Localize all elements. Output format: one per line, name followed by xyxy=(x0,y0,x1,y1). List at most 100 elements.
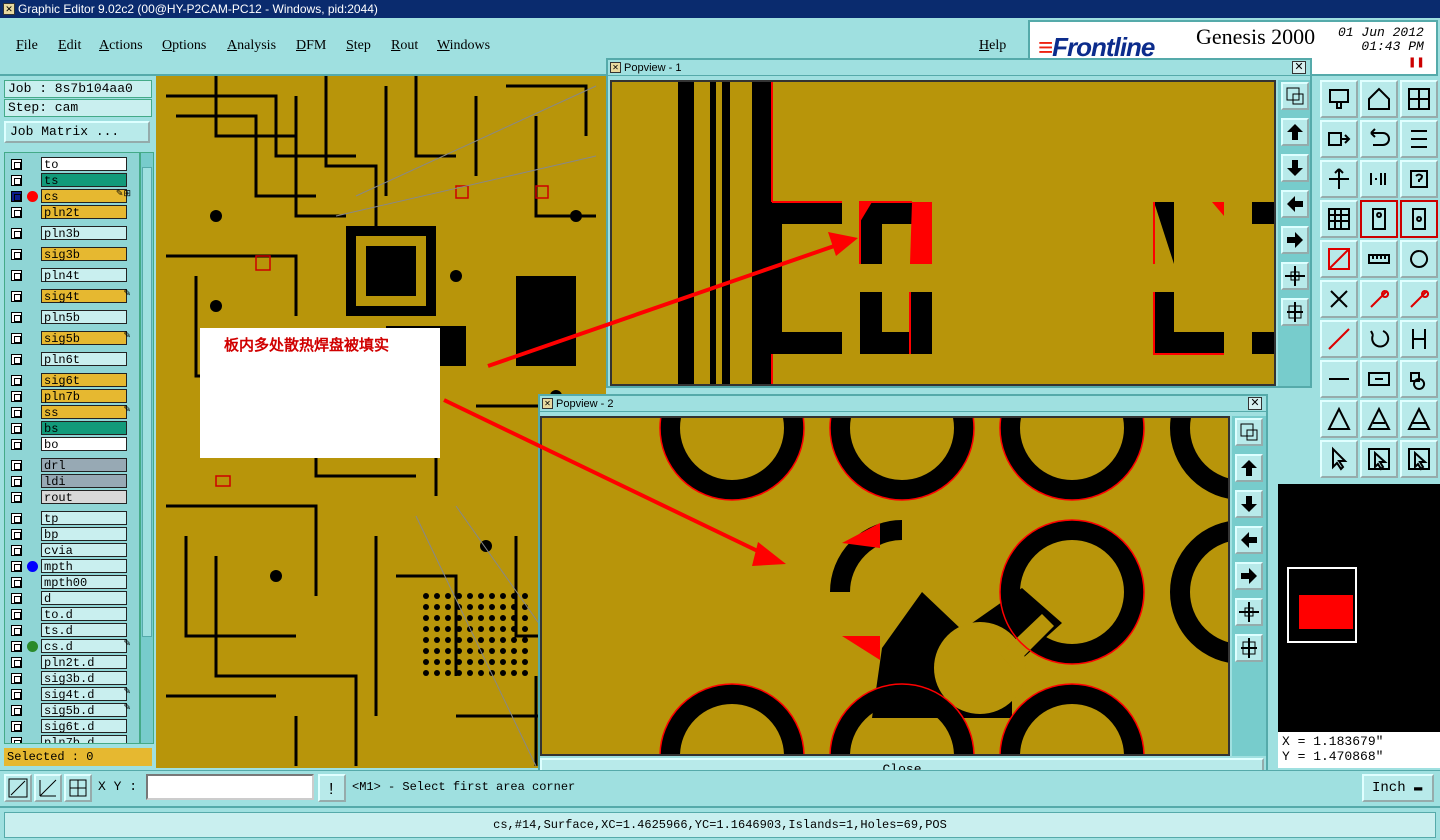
layer-name[interactable]: ts.d xyxy=(41,623,127,638)
layer-name[interactable]: bp xyxy=(41,527,127,542)
layer-row-ts-d[interactable]: ts.d xyxy=(7,623,135,638)
layer-row-cvia[interactable]: cvia xyxy=(7,543,135,558)
grid-view-tool-button[interactable] xyxy=(1320,200,1358,238)
pan-up-button[interactable] xyxy=(1281,118,1309,146)
triangle-alt-tool-button[interactable] xyxy=(1360,400,1398,438)
layer-row-cs-d[interactable]: cs.d ✎ xyxy=(7,639,135,654)
layer-row-rout[interactable]: rout xyxy=(7,490,135,505)
units-select[interactable]: Inch ▬ xyxy=(1362,774,1434,802)
popview-1-titlebar[interactable]: ✕ Popview - 1 ✕ xyxy=(608,60,1310,76)
layer-row-tp[interactable]: tp xyxy=(7,511,135,526)
layer-name[interactable]: pln5b xyxy=(41,310,127,325)
layer-checkbox[interactable] xyxy=(11,625,22,636)
layer-row-sig3b[interactable]: sig3b xyxy=(7,247,135,262)
layer-checkbox[interactable] xyxy=(11,270,22,281)
grid-icon[interactable] xyxy=(64,774,92,802)
layer-checkbox[interactable] xyxy=(11,721,22,732)
layer-name[interactable]: sig6t.d xyxy=(41,719,127,734)
layers-red-alt-tool-button[interactable] xyxy=(1400,200,1438,238)
job-matrix-button[interactable]: Job Matrix ... xyxy=(4,121,150,143)
layer-row-pln6t[interactable]: pln6t xyxy=(7,352,135,367)
pointer-box-tool-button[interactable] xyxy=(1360,440,1398,478)
layer-name[interactable]: sig4t xyxy=(41,289,127,304)
menu-rout[interactable]: Rout xyxy=(391,38,418,54)
layer-row-sig3b-d[interactable]: sig3b.d xyxy=(7,671,135,686)
window-menu-icon[interactable]: ✕ xyxy=(542,398,553,409)
layer-checkbox[interactable] xyxy=(11,375,22,386)
layer-name[interactable]: rout xyxy=(41,490,127,505)
connect-tool-button[interactable] xyxy=(1360,280,1398,318)
connect-alt-tool-button[interactable] xyxy=(1400,280,1438,318)
layer-name[interactable]: pln7b.d xyxy=(41,735,127,743)
ruler-tool-button[interactable] xyxy=(1360,240,1398,278)
pointer-red-tool-button[interactable] xyxy=(1400,440,1438,478)
layer-checkbox[interactable] xyxy=(11,291,22,302)
layer-name[interactable]: pln3b xyxy=(41,226,127,241)
popview-1-window[interactable]: ✕ Popview - 1 ✕ xyxy=(606,58,1312,388)
layer-row-pln7b-d[interactable]: pln7b.d xyxy=(7,735,135,743)
layer-row-pln4t[interactable]: pln4t xyxy=(7,268,135,283)
layer-name[interactable]: ss xyxy=(41,405,127,420)
layer-checkbox[interactable] xyxy=(11,354,22,365)
layer-name[interactable]: sig4t.d xyxy=(41,687,127,702)
layer-checkbox[interactable] xyxy=(11,529,22,540)
alert-icon[interactable]: ! xyxy=(318,774,346,802)
zoom-window-button[interactable] xyxy=(1235,418,1263,446)
zoom-window-button[interactable] xyxy=(1281,82,1309,110)
pan-up-button[interactable] xyxy=(1235,454,1263,482)
pan-left-button[interactable] xyxy=(1281,190,1309,218)
layer-row-sig4t[interactable]: sig4t ✎ xyxy=(7,289,135,304)
layer-name[interactable]: sig5b.d xyxy=(41,703,127,718)
undo-tool-button[interactable] xyxy=(1360,120,1398,158)
layer-row-bs[interactable]: bs xyxy=(7,421,135,436)
popview-2-titlebar[interactable]: ✕ Popview - 2 ✕ xyxy=(540,396,1266,412)
layer-row-bo[interactable]: bo xyxy=(7,437,135,452)
popview-1-view[interactable] xyxy=(610,80,1276,386)
pointer-tool-button[interactable] xyxy=(1320,440,1358,478)
menu-dfm[interactable]: DFM xyxy=(296,38,326,54)
layer-checkbox[interactable] xyxy=(11,333,22,344)
layer-row-cs[interactable]: cs ✎⊞ xyxy=(7,189,135,204)
pan-down-button[interactable] xyxy=(1281,154,1309,182)
flip-tool-button[interactable] xyxy=(1400,120,1438,158)
xy-input[interactable] xyxy=(146,774,314,800)
layer-checkbox[interactable] xyxy=(11,561,22,572)
layer-checkbox[interactable] xyxy=(11,737,22,743)
popview-2-close-icon[interactable]: ✕ xyxy=(1248,397,1262,410)
layer-name[interactable]: cs xyxy=(41,189,127,204)
layer-checkbox[interactable] xyxy=(11,641,22,652)
layer-row-to[interactable]: to xyxy=(7,157,135,172)
layer-checkbox[interactable] xyxy=(11,593,22,604)
popview-1-close-icon[interactable]: ✕ xyxy=(1292,61,1306,74)
menu-analysis[interactable]: Analysis xyxy=(227,38,276,54)
draw-line-tool-button[interactable] xyxy=(1320,240,1358,278)
layer-name[interactable]: bo xyxy=(41,437,127,452)
menu-windows[interactable]: Windows xyxy=(437,38,490,54)
line-red-tool-button[interactable] xyxy=(1320,320,1358,358)
layer-name[interactable]: to.d xyxy=(41,607,127,622)
pan-right-button[interactable] xyxy=(1235,562,1263,590)
zoom-in-button[interactable] xyxy=(1281,262,1309,290)
export-tool-button[interactable] xyxy=(1320,120,1358,158)
layer-name[interactable]: sig3b.d xyxy=(41,671,127,686)
home-tool-button[interactable] xyxy=(1360,80,1398,118)
menu-help[interactable]: Help xyxy=(979,38,1006,54)
layer-row-drl[interactable]: drl xyxy=(7,458,135,473)
layer-row-ldi[interactable]: ldi xyxy=(7,474,135,489)
layer-checkbox[interactable] xyxy=(11,228,22,239)
scroll-thumb[interactable] xyxy=(142,167,152,637)
layer-row-pln2t-d[interactable]: pln2t.d xyxy=(7,655,135,670)
monitor-tool-button[interactable] xyxy=(1320,80,1358,118)
layer-checkbox[interactable] xyxy=(11,460,22,471)
layer-row-pln2t[interactable]: pln2t xyxy=(7,205,135,220)
menu-file[interactable]: File xyxy=(16,38,38,54)
layer-checkbox[interactable] xyxy=(11,657,22,668)
layer-name[interactable]: mpth00 xyxy=(41,575,127,590)
layer-name[interactable]: pln4t xyxy=(41,268,127,283)
layer-checkbox[interactable] xyxy=(11,312,22,323)
fit-tool-button[interactable] xyxy=(1320,160,1358,198)
layer-scrollbar[interactable] xyxy=(140,152,154,744)
layer-name[interactable]: pln7b xyxy=(41,389,127,404)
layer-row-sig5b[interactable]: sig5b ✎ xyxy=(7,331,135,346)
menu-actions[interactable]: Actions xyxy=(99,38,143,54)
